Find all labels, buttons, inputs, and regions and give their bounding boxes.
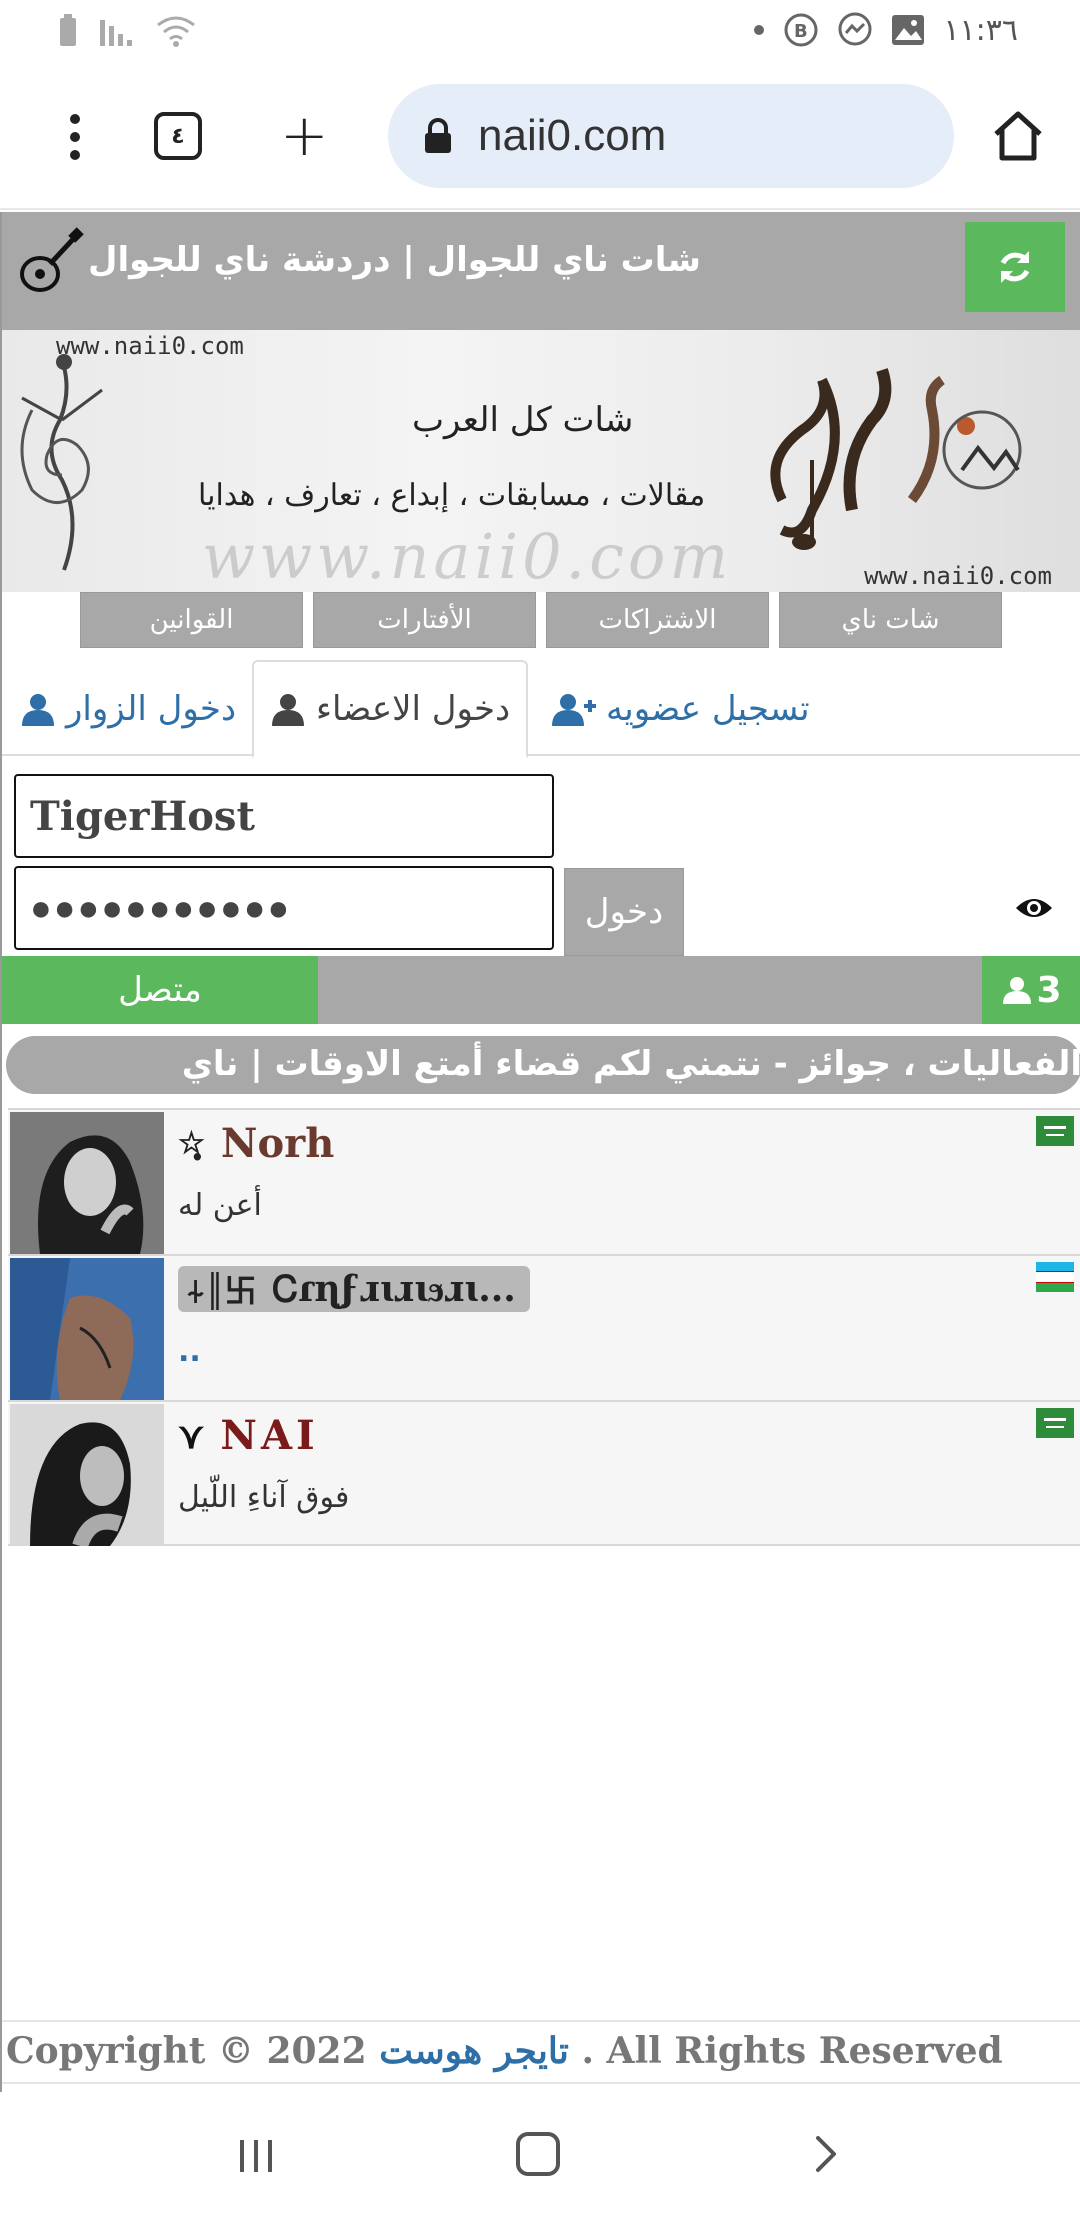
site-title: شات ناي للجوال | دردشة ناي للجوال — [88, 240, 701, 280]
tab-register[interactable]: تسجيل عضويه — [552, 660, 810, 758]
tab-register-label: تسجيل عضويه — [606, 689, 810, 729]
avatar — [10, 1404, 164, 1546]
status-bar: B ١١:٣٦ — [0, 0, 1080, 62]
user-row[interactable]: ⋎ NAI فوق آناءِ اللّيل — [8, 1400, 1080, 1546]
avatar — [10, 1258, 164, 1400]
user-status: .. — [178, 1334, 201, 1369]
dot-icon — [754, 25, 765, 35]
user-name-label: Ꮯɾɳϝɹɩɹɩϧɹɩ... — [272, 1267, 516, 1310]
footer-brand-link[interactable]: تايجر هوست — [379, 2030, 569, 2072]
tab-switcher-button[interactable]: ٤ — [154, 112, 202, 160]
online-users-button[interactable]: 3 — [982, 956, 1080, 1024]
address-bar[interactable]: naii0.com — [388, 84, 954, 188]
lock-icon — [425, 118, 451, 153]
login-button[interactable]: دخول — [564, 868, 684, 956]
user-prefix: ☆̣̥ — [178, 1126, 205, 1161]
nav-subscriptions[interactable]: الاشتراكات — [546, 592, 769, 648]
site-nav: القوانين الأفتارات الاشتراكات شات ناي — [80, 592, 1002, 648]
guitar-icon — [20, 227, 84, 292]
site-header: شات ناي للجوال | دردشة ناي للجوال — [2, 212, 1080, 330]
system-nav-bar — [0, 2092, 1080, 2220]
new-tab-icon[interactable]: + — [280, 106, 329, 164]
saudi-flag-icon — [1036, 1116, 1074, 1146]
user-name: ☆̣̥ Norh — [178, 1120, 340, 1167]
status-right: B ١١:٣٦ — [753, 12, 1018, 48]
b-icon: B — [784, 13, 818, 47]
online-user-list: ☆̣̥ Norh أعن له ⍭║卐 Ꮯɾɳϝɹɩɹɩϧɹɩ... .. ⋎ — [8, 1108, 1080, 1546]
refresh-icon — [1000, 251, 1030, 283]
site-footer: Copyright © 2022 تايجر هوست . All Rights… — [2, 2020, 1080, 2084]
user-name: ⋎ NAI — [178, 1412, 325, 1459]
signal-icon — [100, 20, 132, 46]
web-page: شات ناي للجوال | دردشة ناي للجوال www.na… — [0, 212, 1080, 2092]
user-status: أعن له — [178, 1188, 262, 1223]
user-prefix: ⍭║卐 — [186, 1272, 257, 1310]
status-bar-row: متصل 3 — [2, 956, 1080, 1024]
browser-toolbar: ٤ + naii0.com — [0, 62, 1080, 210]
user-name: ⍭║卐 Ꮯɾɳϝɹɩɹɩϧɹɩ... — [178, 1266, 530, 1312]
copyright-pre: Copyright © 2022 — [6, 2030, 380, 2072]
banner-slogan: شات كل العرب — [412, 400, 634, 440]
nav-rules[interactable]: القوانين — [80, 592, 303, 648]
user-plus-icon — [552, 694, 596, 726]
uzbekistan-flag-icon — [1036, 1262, 1074, 1292]
refresh-button[interactable] — [965, 222, 1065, 312]
user-icon — [22, 694, 54, 726]
user-row[interactable]: ⍭║卐 Ꮯɾɳϝɹɩɹɩϧɹɩ... .. — [8, 1254, 1080, 1400]
home-icon[interactable] — [990, 108, 1046, 164]
user-name-label: Norh — [220, 1120, 335, 1167]
banner-url-bottom: www.naii0.com — [864, 562, 1052, 590]
copyright-post: . All Rights Reserved — [568, 2030, 1003, 2072]
username-input[interactable] — [14, 774, 554, 858]
nai-logo — [770, 368, 1022, 550]
battery-icon — [60, 14, 76, 46]
password-input[interactable] — [14, 866, 554, 950]
saudi-flag-icon — [1036, 1408, 1074, 1438]
online-users-count: 3 — [1036, 969, 1062, 1011]
copyright-text: Copyright © 2022 تايجر هوست . All Rights… — [6, 2030, 1003, 2072]
user-status: فوق آناءِ اللّيل — [178, 1480, 350, 1515]
announcement-marquee: الفعاليات ، جوائز - نتمني لكم قضاء أمتع … — [6, 1036, 1080, 1094]
avatar — [10, 1112, 164, 1254]
tab-member-label: دخول الاعضاء — [316, 689, 511, 729]
more-options-icon[interactable] — [60, 112, 90, 162]
dancer-illustration — [20, 354, 103, 571]
recent-apps-icon[interactable] — [236, 2136, 276, 2176]
clock: ١١:٣٦ — [943, 12, 1018, 48]
auth-tabs: دخول الزوار دخول الاعضاء تسجيل عضويه — [2, 652, 1080, 758]
back-icon[interactable] — [806, 2132, 846, 2176]
home-button-icon[interactable] — [516, 2132, 560, 2176]
url-text[interactable]: naii0.com — [478, 111, 666, 161]
messenger-icon — [838, 12, 872, 46]
nav-chat[interactable]: شات ناي — [779, 592, 1002, 648]
marquee-text: الفعاليات ، جوائز - نتمني لكم قضاء أمتع … — [181, 1044, 1080, 1084]
online-status-button[interactable]: متصل — [2, 956, 318, 1024]
banner-watermark: www.naii0.com — [202, 520, 733, 592]
banner-tagline: مقالات ، مسابقات ، إبداع ، تعارف ، هدايا — [198, 478, 706, 513]
status-left — [58, 14, 196, 48]
tab-member-login[interactable]: دخول الاعضاء — [252, 660, 529, 758]
svg-text:B: B — [794, 21, 808, 42]
image-icon — [892, 15, 925, 45]
user-prefix: ⋎ — [178, 1414, 205, 1457]
user-row[interactable]: ☆̣̥ Norh أعن له — [8, 1108, 1080, 1254]
users-icon — [1003, 977, 1032, 1004]
wifi-icon — [157, 16, 195, 47]
eye-icon[interactable] — [1014, 894, 1054, 922]
site-banner: www.naii0.com www.naii0.com شات كل العرب… — [2, 330, 1080, 592]
tab-visitor-login[interactable]: دخول الزوار — [20, 660, 236, 758]
nav-avatars[interactable]: الأفتارات — [313, 592, 536, 648]
user-icon — [272, 694, 304, 726]
user-name-label: NAI — [220, 1412, 319, 1459]
tab-visitor-label: دخول الزوار — [66, 689, 237, 729]
